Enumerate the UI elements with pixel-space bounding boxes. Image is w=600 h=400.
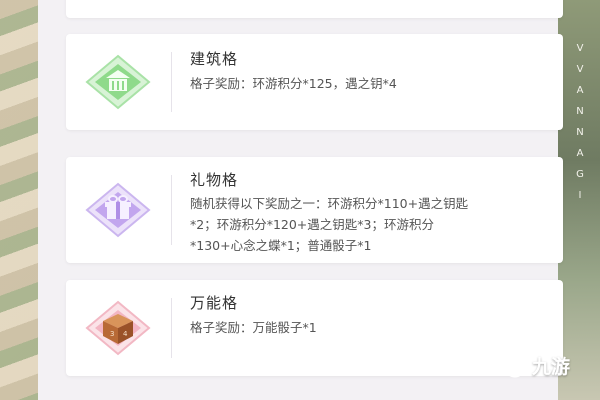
- side-letter: V: [576, 43, 584, 54]
- watermark-text: 九游: [532, 356, 571, 378]
- dice-icon: 3 4: [66, 280, 170, 376]
- side-letter: G: [576, 169, 584, 180]
- side-letter: V: [576, 64, 584, 75]
- svg-text:4: 4: [123, 330, 128, 338]
- side-letter: N: [576, 127, 584, 138]
- cell-description: 格子奖励：环游积分*125，遇之钥*4: [190, 76, 397, 91]
- cell-description: 随机获得以下奖励之一：环游积分*110+遇之钥匙*2；环游积分*120+遇之钥匙…: [190, 196, 469, 253]
- background-map-left: [0, 0, 40, 400]
- card-divider: [171, 298, 172, 358]
- svg-text:3: 3: [110, 330, 114, 338]
- gift-icon: [66, 157, 170, 263]
- card-divider: [171, 52, 172, 112]
- watermark-logo-icon: [503, 354, 525, 377]
- cell-card-wildcard: 3 4 万能格 格子奖励：万能骰子*1: [66, 280, 563, 376]
- building-icon: [66, 34, 170, 130]
- side-letter: N: [576, 106, 584, 117]
- side-vertical-text: V V A N N A G I: [574, 38, 586, 206]
- cell-title: 礼物格: [190, 171, 239, 189]
- side-letter: A: [576, 148, 584, 159]
- watermark: 九游: [502, 352, 570, 379]
- side-letter: A: [576, 85, 584, 96]
- card-divider: [171, 175, 172, 245]
- cell-title: 万能格: [190, 294, 239, 312]
- cell-card-gift: 礼物格 随机获得以下奖励之一：环游积分*110+遇之钥匙*2；环游积分*120+…: [66, 157, 563, 263]
- cell-title: 建筑格: [190, 50, 239, 68]
- cell-info-panel[interactable]: 建筑格 格子奖励：环游积分*125，遇之钥*4 礼物格 随机获得以下奖励之一：环…: [38, 0, 563, 400]
- cell-card-building: 建筑格 格子奖励：环游积分*125，遇之钥*4: [66, 34, 563, 130]
- cell-description: 格子奖励：万能骰子*1: [190, 320, 317, 335]
- previous-card: [66, 0, 563, 18]
- side-letter: I: [578, 190, 582, 201]
